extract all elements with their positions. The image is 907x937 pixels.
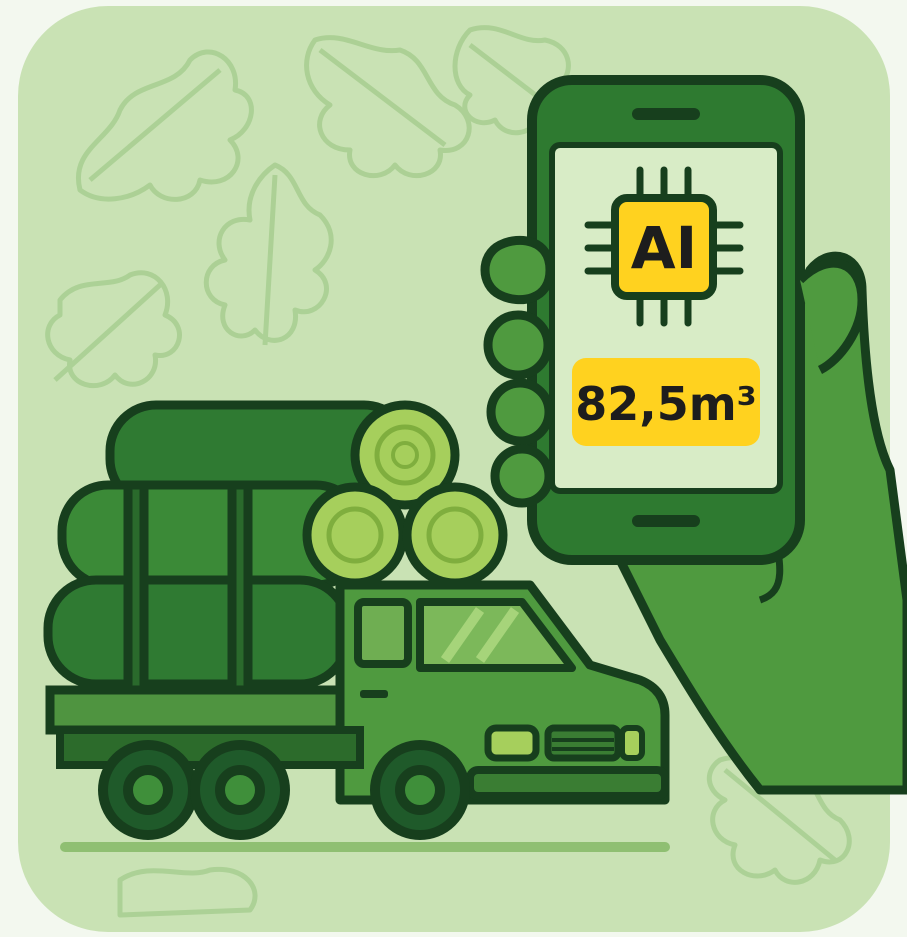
truck-grille (544, 724, 622, 762)
phone-home-bar (632, 515, 700, 527)
ground (60, 842, 670, 852)
illustration: AI 82,5m³ (18, 6, 907, 932)
truck-bumper (466, 766, 669, 800)
truck-headlight (484, 724, 540, 762)
smartphone-icon: AI 82,5m³ (527, 75, 805, 565)
truck-bed (45, 685, 365, 735)
truck-side-window (354, 598, 412, 668)
chip-label: AI (631, 214, 697, 282)
phone-speaker (632, 108, 700, 120)
volume-readout: 82,5m³ (575, 377, 757, 431)
log (43, 575, 353, 689)
truck-headlight-right (619, 725, 645, 761)
